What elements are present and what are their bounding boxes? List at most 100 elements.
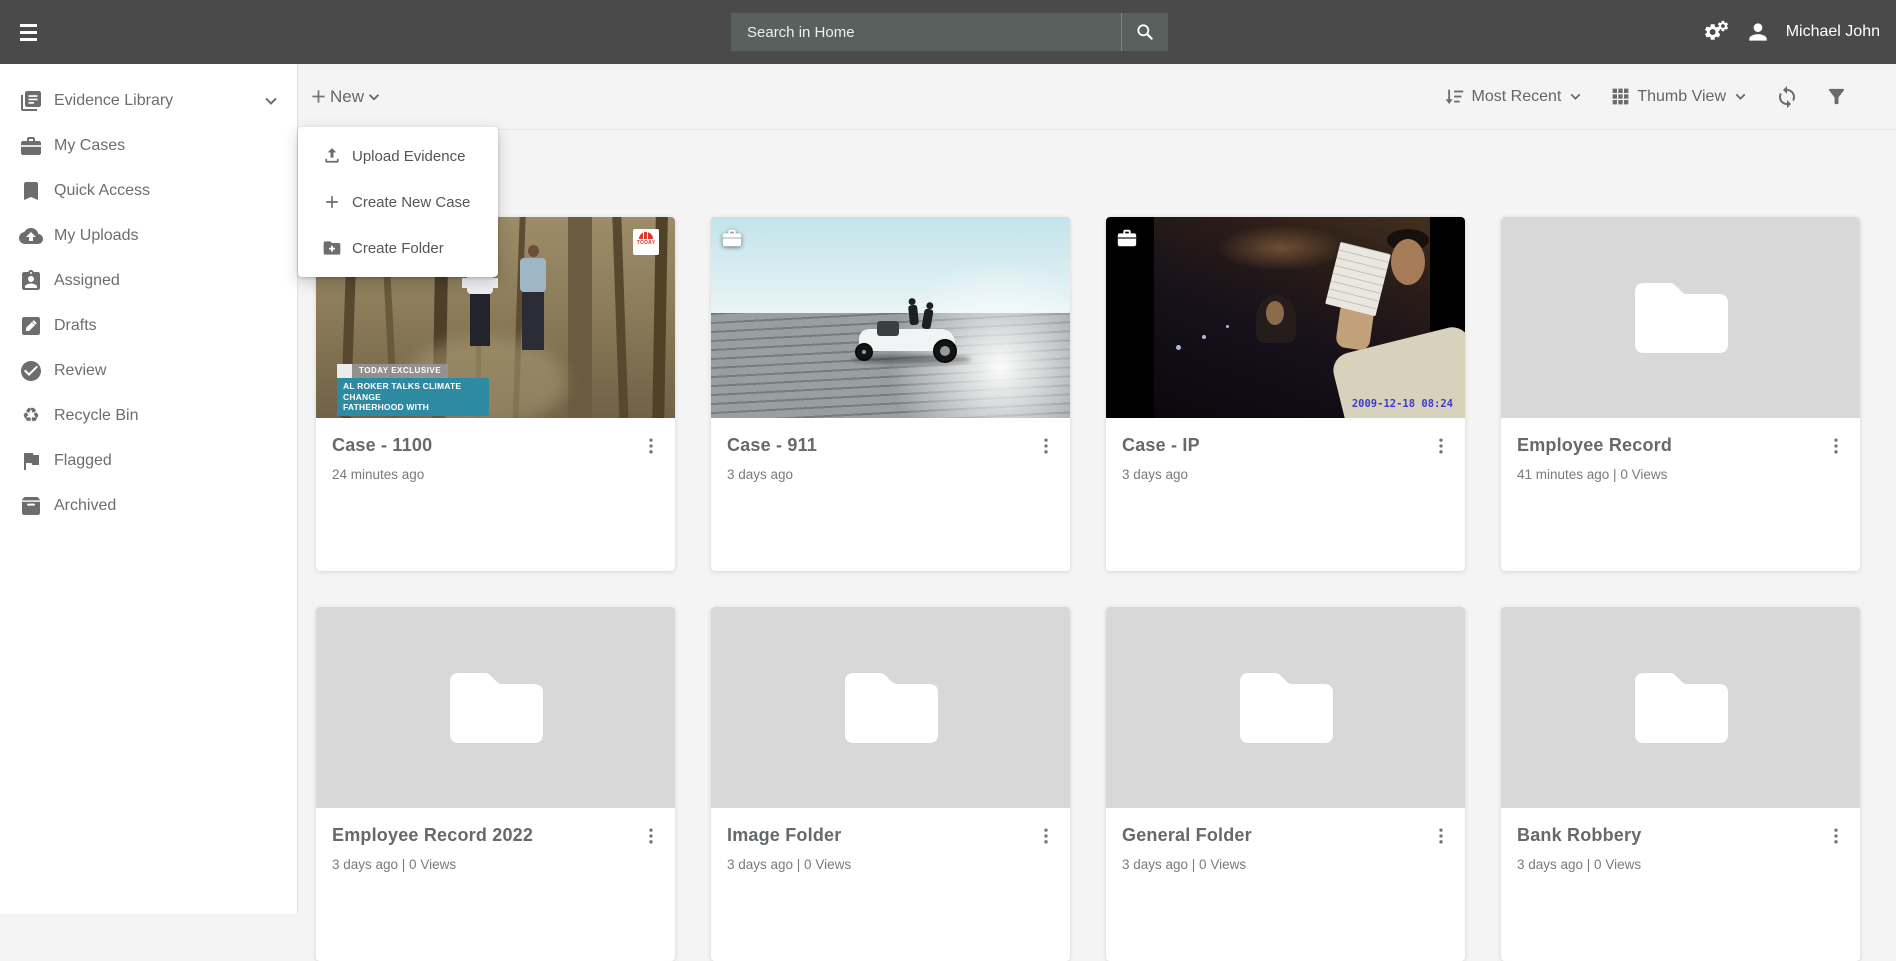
recycle-icon: ♻ [22,404,40,427]
menu-item-label: Create Folder [352,239,444,257]
sidebar-item-my-cases[interactable]: My Cases [0,123,297,168]
bookmark-icon [24,181,38,200]
chevron-down-icon [368,93,380,101]
kebab-menu-icon[interactable] [1036,826,1056,846]
art [1216,225,1346,271]
card-meta: 41 minutes ago | 0 Views [1517,467,1668,482]
search-input[interactable] [731,13,1121,51]
kebab-menu-icon[interactable] [1431,436,1451,456]
folder-thumbnail[interactable] [1501,607,1860,808]
menu-item-create-folder[interactable]: Create Folder [298,225,498,271]
archive-icon [22,496,40,515]
search-button[interactable] [1121,13,1168,51]
sidebar-item-label: My Cases [54,136,126,154]
sidebar-item-label: Flagged [54,451,112,469]
card-meta: 3 days ago | 0 Views [727,857,852,872]
folder-thumbnail[interactable] [316,607,675,808]
sidebar-item-my-uploads[interactable]: My Uploads [0,213,297,258]
user-avatar-icon[interactable] [1745,19,1771,45]
sidebar-item-flagged[interactable]: Flagged [0,438,297,483]
card-employee-record-2022[interactable]: Employee Record 2022 3 days ago | 0 View… [316,607,675,961]
caption-line2: FATHERHOOD WITH [343,402,429,412]
plus-icon [312,90,325,103]
assignment-badge-icon [22,269,40,290]
sort-label: Most Recent [1471,87,1562,105]
sort-dropdown[interactable]: Most Recent [1444,86,1585,108]
card-general-folder[interactable]: General Folder 3 days ago | 0 Views [1106,607,1465,961]
today-logo-badge: TODAY [633,229,659,255]
video-thumbnail[interactable] [711,217,1070,418]
chevron-down-icon [1571,93,1581,100]
card-meta: 3 days ago [1122,467,1189,482]
kebab-menu-icon[interactable] [1431,826,1451,846]
sidebar-item-assigned[interactable]: Assigned [0,258,297,303]
card-title: Bank Robbery [1517,825,1642,845]
filter-funnel-icon [1828,88,1845,105]
sidebar-item-drafts[interactable]: Drafts [0,303,297,348]
search-bar [731,13,1168,51]
card-bank-robbery[interactable]: Bank Robbery 3 days ago | 0 Views [1501,607,1860,961]
sidebar-item-review[interactable]: Review [0,348,297,393]
sidebar-item-label: My Uploads [54,226,139,244]
card-meta: 3 days ago | 0 Views [1122,857,1247,872]
view-label: Thumb View [1637,87,1726,105]
kebab-menu-icon[interactable] [1826,436,1846,456]
plus-icon [326,196,338,208]
folder-thumbnail[interactable] [711,607,1070,808]
art [568,217,592,418]
hamburger-menu-icon[interactable] [18,17,48,47]
card-case-911[interactable]: Case - 911 3 days ago [711,217,1070,571]
new-button[interactable]: New [308,86,383,107]
video-thumbnail[interactable]: 2009-12-18 08:24 [1106,217,1465,418]
card-title: Case - IP [1122,435,1200,455]
library-icon [21,90,41,111]
grid-view-icon [1612,88,1629,105]
menu-item-upload-evidence[interactable]: Upload Evidence [298,133,498,179]
kebab-menu-icon[interactable] [1826,826,1846,846]
caption-lower-third: AL ROKER TALKS CLIMATE CHANGE FATHERHOOD… [337,378,489,416]
refresh-button[interactable] [1775,85,1799,109]
sidebar-item-recycle-bin[interactable]: ♻ Recycle Bin [0,393,297,438]
chevron-down-icon [1735,93,1746,100]
folder-thumbnail[interactable] [1501,217,1860,418]
art [1266,301,1284,325]
folder-icon [1240,672,1333,743]
content-toolbar: New Most Recent Thumb View [298,64,1896,130]
sidebar-item-label: Quick Access [54,181,151,199]
card-row-2: Employee Record 2022 3 days ago | 0 View… [316,607,1860,961]
card-title: Image Folder [727,825,842,845]
sidebar-item-label: Drafts [54,316,97,334]
user-name[interactable]: Michael John [1786,23,1880,41]
card-title: Case - 1100 [332,435,433,455]
top-app-bar: Michael John [0,0,1896,64]
card-row-1: TODAY EXCLUSIVE AL ROKER TALKS CLIMATE C… [316,217,1860,571]
card-case-ip[interactable]: 2009-12-18 08:24 Case - IP 3 days ago [1106,217,1465,571]
briefcase-icon [21,136,41,155]
case-briefcase-badge-icon [721,227,743,249]
kebab-menu-icon[interactable] [641,826,661,846]
card-meta: 24 minutes ago [332,467,425,482]
chevron-down-icon[interactable] [259,91,283,111]
filter-button[interactable] [1825,85,1848,108]
sidebar-item-archived[interactable]: Archived [0,483,297,528]
view-dropdown[interactable]: Thumb View [1610,86,1749,107]
video-timestamp: 2009-12-18 08:24 [1351,398,1453,410]
caption-line1: AL ROKER TALKS CLIMATE CHANGE [343,381,462,402]
card-employee-record[interactable]: Employee Record 41 minutes ago | 0 Views [1501,217,1860,571]
main-content: New Most Recent Thumb View Upload Eviden… [298,64,1896,961]
folder-icon [450,672,543,743]
menu-item-create-new-case[interactable]: Create New Case [298,179,498,225]
art [612,217,629,418]
today-sun-icon [639,232,653,239]
kebab-menu-icon[interactable] [1036,436,1056,456]
sidebar-item-quick-access[interactable]: Quick Access [0,168,297,213]
settings-gears-icon[interactable] [1704,19,1730,45]
today-logo-text: TODAY [636,240,656,246]
kebab-menu-icon[interactable] [641,436,661,456]
folder-thumbnail[interactable] [1106,607,1465,808]
sidebar-item-label: Archived [54,496,117,514]
card-image-folder[interactable]: Image Folder 3 days ago | 0 Views [711,607,1070,961]
person-figure [518,245,548,350]
new-button-label: New [330,86,365,106]
sidebar-item-evidence-library[interactable]: Evidence Library [0,78,297,123]
